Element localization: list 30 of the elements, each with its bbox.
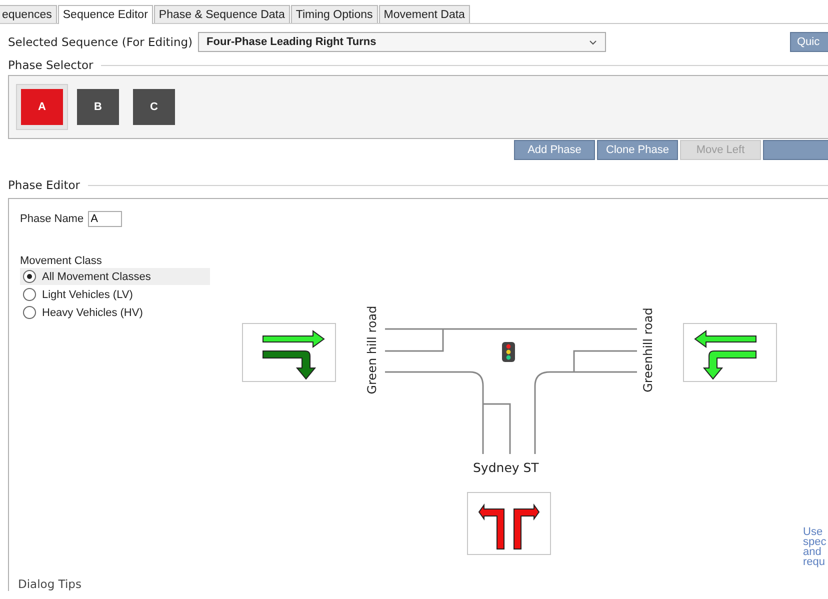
radio-button[interactable] (23, 306, 36, 319)
phase-name-label: Phase Name (20, 213, 84, 225)
dialog-tips-title: Dialog Tips (17, 578, 82, 591)
movement-class-title: Movement Class (20, 255, 103, 267)
section-title: Phase Selector (8, 58, 94, 72)
phase-name-field[interactable]: A (88, 211, 122, 227)
road-label: Sydney ST (473, 460, 539, 475)
tab[interactable]: Movement Data (378, 5, 470, 23)
phase-button[interactable]: C (133, 89, 175, 125)
radio-label[interactable]: Light Vehicles (LV) (42, 288, 133, 300)
tab[interactable]: Sequence Editor (58, 5, 153, 24)
hint-text: Use (803, 527, 824, 537)
hint-text: and (803, 547, 822, 557)
traffic-light-icon (502, 342, 515, 362)
tab[interactable]: Phase & Sequence Data (154, 5, 290, 23)
radio-button[interactable] (23, 270, 36, 283)
chevron-down-icon (588, 40, 597, 44)
hint-text: spec (803, 537, 826, 547)
sequence-dropdown[interactable]: Four-Phase Leading Right Turns (198, 32, 606, 52)
hint-text: requ (803, 557, 826, 567)
radio-label[interactable]: Heavy Vehicles (HV) (42, 306, 143, 318)
tab[interactable]: equences (0, 5, 57, 23)
phase-button[interactable]: B (77, 89, 119, 125)
tab[interactable]: Timing Options (290, 5, 378, 23)
road-label: Green hill road (365, 306, 379, 394)
section-title: Phase Editor (8, 178, 80, 192)
sequence-label: Selected Sequence (For Editing) (8, 35, 193, 49)
phase-button[interactable]: A (21, 89, 63, 125)
road-label: Greenhill road (641, 308, 655, 392)
radio-button[interactable] (23, 288, 36, 301)
